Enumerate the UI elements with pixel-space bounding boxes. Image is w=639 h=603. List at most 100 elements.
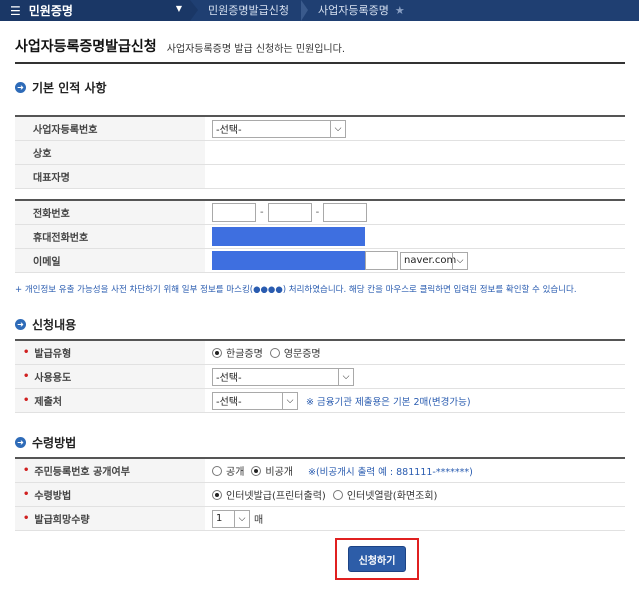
- biz-no-select[interactable]: -선택- ⌵: [212, 119, 346, 138]
- section-basic-title: ➜ 기본 인적 사항: [15, 79, 107, 96]
- submit-to-hint: ※ 금융기관 제출용은 기본 2매(변경가능): [306, 396, 471, 408]
- issue-type-text: 발급유형: [34, 349, 72, 360]
- arrow-circle-icon: ➜: [15, 319, 26, 330]
- breadcrumb-item-2-label: 사업자등록증명: [317, 4, 389, 17]
- submit-to-label: • 제출처: [15, 389, 205, 412]
- submit-to-select[interactable]: -선택- ⌵: [212, 391, 298, 410]
- usage-select[interactable]: -선택- ⌵: [212, 367, 354, 386]
- arrow-circle-icon: ➜: [15, 437, 26, 448]
- row-usage: • 사용용도 -선택- ⌵: [15, 365, 625, 389]
- phone-label: 전화번호: [15, 201, 205, 224]
- row-issue-type: • 발급유형 한글증명 영문증명: [15, 341, 625, 365]
- row-email: 이메일 naver.com ⌵: [15, 249, 625, 273]
- breadcrumb-item-2[interactable]: 사업자등록증명 ★: [308, 0, 417, 21]
- usage-select-value: -선택-: [216, 373, 242, 384]
- radio-korean[interactable]: 한글증명: [212, 345, 263, 360]
- chevron-down-icon: ⌵: [282, 392, 297, 409]
- email-label: 이메일: [15, 249, 205, 272]
- phone-dash-2: -: [315, 207, 320, 218]
- row-ceo: 대표자명: [15, 165, 625, 189]
- required-mark: •: [23, 489, 30, 500]
- required-mark: •: [23, 347, 30, 358]
- email-domain-input[interactable]: [365, 251, 398, 270]
- section-receive-title: ➜ 수령방법: [15, 434, 76, 451]
- page-subtitle: 사업자등록증명 발급 신청하는 민원입니다.: [166, 44, 346, 55]
- breadcrumb-item-1[interactable]: 민원증명발급신청: [198, 0, 301, 21]
- rrn-text: 주민등록번호 공개여부: [34, 467, 130, 478]
- apply-button[interactable]: 신청하기: [348, 546, 406, 572]
- company-value: [205, 141, 625, 164]
- top-nav: ☰ 민원증명 ▼ 민원증명발급신청 사업자등록증명 ★: [0, 0, 639, 21]
- privacy-notice: + 개인정보 유출 가능성을 사전 차단하기 위해 일부 정보를 마스킹(●●●…: [15, 285, 577, 295]
- caret-down-icon: ▼: [175, 4, 182, 13]
- radio-private-label: 비공개: [265, 467, 294, 478]
- section-basic-label: 기본 인적 사항: [32, 81, 107, 95]
- company-label: 상호: [15, 141, 205, 164]
- row-mobile: 휴대전화번호: [15, 225, 625, 249]
- rrn-label: • 주민등록번호 공개여부: [15, 459, 205, 482]
- radio-english-label: 영문증명: [283, 349, 321, 360]
- radio-dot: [212, 465, 222, 476]
- row-biz-no: 사업자등록번호 -선택- ⌵: [15, 117, 625, 141]
- radio-public-label: 공개: [226, 467, 245, 478]
- radio-korean-label: 한글증명: [226, 349, 263, 360]
- chevron-down-icon: ⌵: [452, 252, 467, 269]
- phone-dash-1: -: [260, 207, 264, 218]
- submit-to-select-value: -선택-: [216, 397, 242, 408]
- biz-no-select-value: -선택-: [216, 125, 242, 136]
- phone-part-3-input[interactable]: [323, 203, 368, 222]
- chevron-down-icon: ⌵: [338, 368, 353, 385]
- row-receive-method: • 수령방법 인터넷발급(프린터출력) 인터넷열람(화면조회): [15, 483, 625, 507]
- radio-dot-checked: [212, 347, 222, 358]
- rrn-hint: ※(비공개시 출력 예 : 881111-*******): [308, 466, 473, 478]
- mobile-masked-input[interactable]: [212, 227, 365, 246]
- radio-dot: [269, 347, 280, 358]
- email-id-masked-input[interactable]: [212, 251, 365, 270]
- usage-text: 사용용도: [34, 373, 72, 384]
- row-company: 상호: [15, 141, 625, 165]
- quantity-text: 발급희망수량: [34, 515, 90, 526]
- apply-button-highlight: 신청하기: [335, 538, 419, 580]
- quantity-unit: 매: [254, 515, 264, 526]
- required-mark: •: [23, 395, 30, 406]
- radio-print-label: 인터넷발급(프린터출력): [226, 491, 326, 502]
- radio-dot-checked: [251, 465, 262, 476]
- nav-separator: [190, 0, 198, 21]
- radio-print[interactable]: 인터넷발급(프린터출력): [212, 487, 326, 502]
- receive-method-text: 수령방법: [34, 491, 72, 502]
- row-rrn-disclosure: • 주민등록번호 공개여부 공개 비공개 ※(비공개시 출력 예 : 881111…: [15, 459, 625, 483]
- email-domain-value: naver.com: [404, 255, 457, 266]
- page-header: 사업자등록증명발급신청 사업자등록증명 발급 신청하는 민원입니다.: [15, 39, 625, 64]
- submit-to-text: 제출처: [34, 397, 63, 408]
- radio-view-label: 인터넷열람(화면조회): [346, 491, 438, 502]
- phone-part-1-input[interactable]: [212, 203, 256, 222]
- email-domain-select[interactable]: naver.com ⌵: [400, 251, 468, 270]
- favorite-star-icon[interactable]: ★: [395, 4, 405, 17]
- receive-method-label: • 수령방법: [15, 483, 205, 506]
- ceo-value: [205, 165, 625, 188]
- chevron-down-icon: ⌵: [234, 510, 249, 527]
- row-quantity: • 발급희망수량 1 ⌵ 매: [15, 507, 625, 531]
- menu-dropdown[interactable]: ☰ 민원증명 ▼: [0, 0, 190, 21]
- required-mark: •: [23, 513, 30, 524]
- page-title: 사업자등록증명발급신청: [15, 39, 157, 55]
- radio-private[interactable]: 비공개: [251, 463, 293, 478]
- radio-public[interactable]: 공개: [212, 463, 244, 478]
- section-apply-label: 신청내용: [32, 318, 77, 332]
- usage-label: • 사용용도: [15, 365, 205, 388]
- radio-view[interactable]: 인터넷열람(화면조회): [332, 487, 438, 502]
- basic-info-table-1: 사업자등록번호 -선택- ⌵ 상호 대표자명: [15, 115, 625, 189]
- receive-table: • 주민등록번호 공개여부 공개 비공개 ※(비공개시 출력 예 : 881111…: [15, 457, 625, 531]
- radio-english[interactable]: 영문증명: [269, 345, 321, 360]
- quantity-select-value: 1: [216, 513, 223, 524]
- phone-part-2-input[interactable]: [267, 203, 312, 222]
- required-mark: •: [23, 371, 30, 382]
- hamburger-icon: ☰: [10, 3, 21, 18]
- quantity-select[interactable]: 1 ⌵: [212, 509, 250, 528]
- section-apply-title: ➜ 신청내용: [15, 316, 76, 333]
- basic-info-table-2: 전화번호 - - 휴대전화번호 이메일 naver.com ⌵: [15, 199, 625, 273]
- biz-no-label: 사업자등록번호: [15, 117, 205, 140]
- radio-dot-checked: [212, 489, 222, 500]
- section-receive-label: 수령방법: [32, 436, 77, 450]
- breadcrumb-separator: [300, 0, 308, 21]
